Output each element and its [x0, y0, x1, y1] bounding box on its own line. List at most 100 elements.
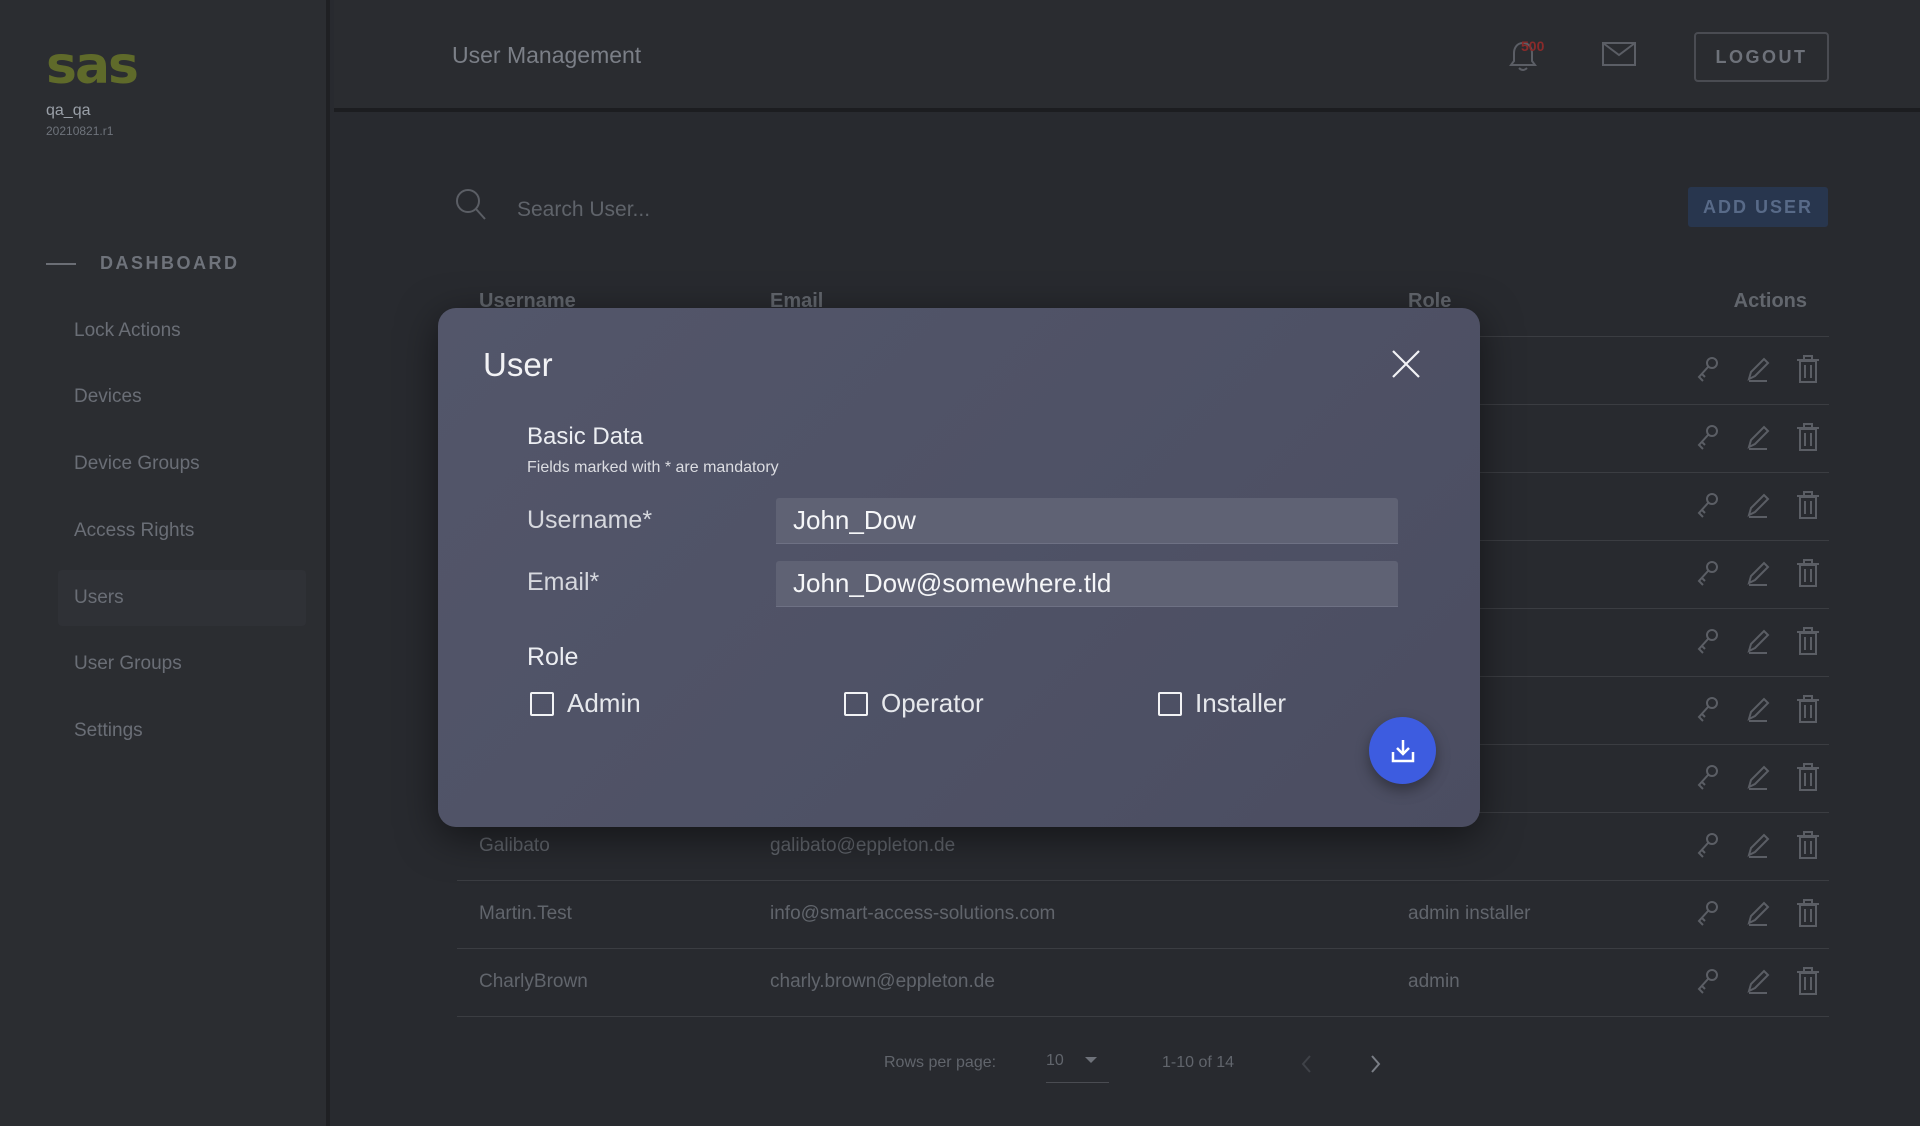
key-button[interactable]: [1695, 897, 1721, 929]
cell-email: info@smart-access-solutions.com: [770, 903, 1056, 924]
role-label-installer: Installer: [1195, 688, 1287, 718]
delete-button[interactable]: [1795, 353, 1821, 385]
previous-page-button[interactable]: [1298, 1052, 1314, 1076]
sidebar-item-settings[interactable]: Settings: [58, 703, 306, 759]
edit-button[interactable]: [1745, 353, 1771, 385]
delete-button[interactable]: [1795, 489, 1821, 521]
edit-button[interactable]: [1745, 693, 1771, 725]
delete-button[interactable]: [1795, 693, 1821, 725]
role-label-operator: Operator: [881, 688, 984, 718]
key-button[interactable]: [1695, 489, 1721, 521]
add-user-button[interactable]: ADD USER: [1688, 187, 1828, 227]
row-actions: [1695, 421, 1821, 453]
key-icon: [1697, 697, 1718, 722]
installer-checkbox[interactable]: [1158, 691, 1182, 716]
username-field[interactable]: [776, 498, 1398, 544]
key-icon: [1697, 425, 1718, 450]
delete-icon: [1797, 355, 1819, 383]
edit-icon: [1747, 357, 1770, 382]
key-button[interactable]: [1695, 693, 1721, 725]
search-input[interactable]: [517, 192, 1117, 228]
sidebar-item-device-groups[interactable]: Device Groups: [58, 436, 306, 492]
row-actions: [1695, 761, 1821, 793]
rows-per-page-select[interactable]: 10: [1046, 1052, 1109, 1083]
edit-button[interactable]: [1745, 897, 1771, 929]
delete-button[interactable]: [1795, 625, 1821, 657]
delete-icon: [1797, 899, 1819, 927]
role-label-admin: Admin: [567, 688, 641, 718]
row-actions: [1695, 693, 1821, 725]
key-button[interactable]: [1695, 557, 1721, 589]
key-icon: [1697, 833, 1718, 858]
sidebar-item-user-groups[interactable]: User Groups: [58, 636, 306, 692]
key-icon: [1697, 561, 1718, 586]
edit-icon: [1747, 697, 1770, 722]
key-button[interactable]: [1695, 625, 1721, 657]
delete-button[interactable]: [1795, 897, 1821, 929]
cell-username: Martin.Test: [479, 903, 572, 924]
sidebar-item-access-rights[interactable]: Access Rights: [58, 503, 306, 559]
nav-header-label: DASHBOARD: [100, 253, 240, 273]
mail-icon: [1602, 42, 1636, 66]
cell-username: Galibato: [479, 835, 550, 856]
sidebar-item-lock-actions[interactable]: Lock Actions: [58, 303, 306, 359]
delete-button[interactable]: [1795, 761, 1821, 793]
sidebar: sas qa_qa 20210821.r1 DASHBOARD Lock Act…: [0, 0, 330, 1126]
row-actions: [1695, 897, 1821, 929]
admin-checkbox[interactable]: [530, 691, 554, 716]
sidebar-item-users[interactable]: Users: [58, 570, 306, 626]
close-icon[interactable]: [1390, 348, 1422, 380]
delete-button[interactable]: [1795, 557, 1821, 589]
table-row[interactable]: CharlyBrown charly.brown@eppleton.de admin: [457, 949, 1829, 1017]
delete-button[interactable]: [1795, 421, 1821, 453]
role-option-installer[interactable]: Installer: [1158, 688, 1286, 719]
app-logo[interactable]: sas: [46, 36, 139, 96]
key-button[interactable]: [1695, 965, 1721, 997]
email-field[interactable]: [776, 561, 1398, 607]
role-option-operator[interactable]: Operator: [844, 688, 984, 719]
cell-role: admin installer: [1408, 903, 1531, 924]
dialog-title: User: [483, 346, 553, 383]
nav-header-dashboard[interactable]: DASHBOARD: [46, 253, 240, 274]
delete-icon: [1797, 559, 1819, 587]
key-button[interactable]: [1695, 761, 1721, 793]
column-header-actions: Actions: [1733, 290, 1807, 312]
row-actions: [1695, 625, 1821, 657]
row-actions: [1695, 829, 1821, 861]
key-button[interactable]: [1695, 829, 1721, 861]
edit-button[interactable]: [1745, 829, 1771, 861]
delete-icon: [1797, 831, 1819, 859]
delete-icon: [1797, 763, 1819, 791]
edit-button[interactable]: [1745, 557, 1771, 589]
delete-icon: [1797, 695, 1819, 723]
next-page-button[interactable]: [1368, 1052, 1384, 1076]
caret-down-icon: [1085, 1057, 1097, 1063]
edit-button[interactable]: [1745, 421, 1771, 453]
edit-button[interactable]: [1745, 761, 1771, 793]
save-button[interactable]: [1369, 717, 1436, 784]
rows-per-page-value: 10: [1046, 1052, 1064, 1069]
edit-icon: [1747, 493, 1770, 518]
messages-button[interactable]: [1602, 42, 1636, 71]
table-row[interactable]: Martin.Test info@smart-access-solutions.c…: [457, 881, 1829, 949]
cell-email: charly.brown@eppleton.de: [770, 971, 995, 992]
cell-username: CharlyBrown: [479, 971, 588, 992]
section-subtitle: Fields marked with * are mandatory: [527, 459, 779, 476]
delete-button[interactable]: [1795, 829, 1821, 861]
key-button[interactable]: [1695, 421, 1721, 453]
sidebar-item-devices[interactable]: Devices: [58, 369, 306, 425]
email-label: Email*: [527, 568, 600, 596]
key-button[interactable]: [1695, 353, 1721, 385]
delete-button[interactable]: [1795, 965, 1821, 997]
username-label: Username*: [527, 506, 653, 534]
logo-text: sas: [46, 36, 139, 96]
row-actions: [1695, 489, 1821, 521]
edit-button[interactable]: [1745, 965, 1771, 997]
logout-button[interactable]: LOGOUT: [1694, 32, 1829, 82]
edit-button[interactable]: [1745, 489, 1771, 521]
download-icon: [1391, 739, 1414, 762]
role-option-admin[interactable]: Admin: [530, 688, 641, 719]
edit-icon: [1747, 901, 1770, 926]
operator-checkbox[interactable]: [844, 691, 868, 716]
edit-button[interactable]: [1745, 625, 1771, 657]
